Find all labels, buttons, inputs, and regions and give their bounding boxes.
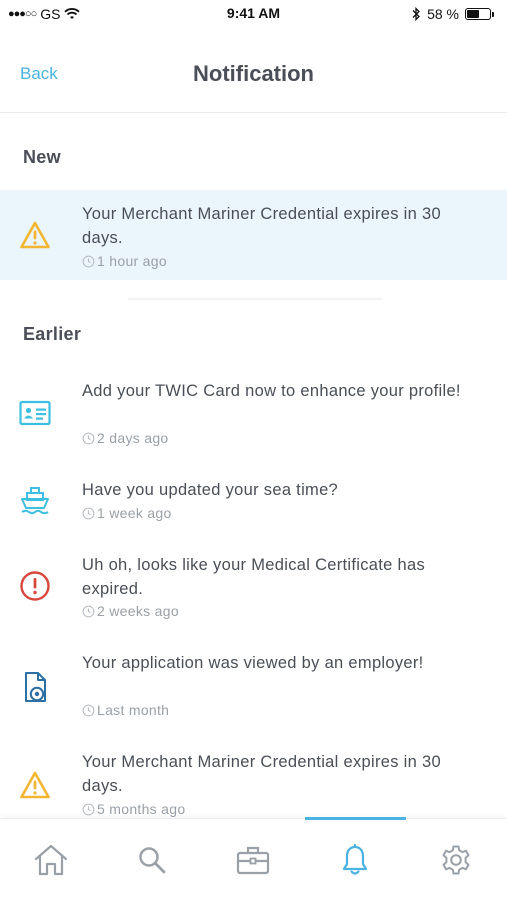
status-bar: ●●●○○ GS 9:41 AM 58 %: [0, 0, 507, 28]
notification-time-label: 1 hour ago: [97, 253, 167, 269]
clock-icon: [82, 605, 95, 617]
notification-time: 2 weeks ago: [82, 603, 179, 619]
tab-bar: [0, 817, 507, 900]
notification-time-label: Last month: [97, 702, 170, 718]
bell-icon: [342, 844, 367, 875]
document-view-icon: [18, 670, 52, 704]
notification-text: Your Merchant Mariner Credential expires…: [82, 753, 441, 795]
tab-settings[interactable]: [405, 819, 506, 900]
section-title-new: New: [23, 147, 61, 167]
notification-time-label: 1 week ago: [97, 505, 172, 521]
tab-notifications[interactable]: [304, 819, 405, 900]
home-icon: [34, 844, 67, 876]
notification-time: 1 week ago: [82, 505, 172, 521]
battery-fill: [467, 10, 479, 18]
notification-time: Last month: [82, 702, 169, 718]
navigation-bar: Back Notification: [0, 28, 507, 113]
battery-percent: 58 %: [427, 6, 459, 22]
notification-item[interactable]: Have you updated your sea time? 1 week a…: [0, 470, 507, 536]
notification-text: Add your TWIC Card now to enhance your p…: [82, 382, 461, 400]
notification-item[interactable]: Your Merchant Mariner Credential expires…: [0, 190, 507, 280]
notification-time-label: 2 weeks ago: [97, 603, 179, 619]
notification-text: Your application was viewed by an employ…: [82, 654, 424, 672]
clock-icon: [82, 432, 95, 444]
briefcase-icon: [236, 846, 269, 875]
notification-time: 5 months ago: [82, 801, 185, 817]
clock-icon: [82, 704, 95, 716]
warning-icon: [18, 218, 52, 252]
notification-text: Have you updated your sea time?: [82, 481, 339, 499]
warning-icon: [18, 768, 52, 802]
id-card-icon: [18, 396, 52, 430]
notification-text: Your Merchant Mariner Credential expires…: [82, 205, 441, 247]
clock-icon: [82, 507, 95, 519]
tab-jobs[interactable]: [202, 819, 303, 900]
notification-time-label: 5 months ago: [97, 801, 186, 817]
notification-item[interactable]: Your Merchant Mariner Credential expires…: [0, 739, 507, 829]
notification-item[interactable]: Add your TWIC Card now to enhance your p…: [0, 368, 507, 458]
notification-text: Uh oh, looks like your Medical Certifica…: [82, 556, 426, 598]
section-title-earlier: Earlier: [23, 324, 82, 344]
notification-item[interactable]: Uh oh, looks like your Medical Certifica…: [0, 542, 507, 632]
notification-time: 1 hour ago: [82, 253, 167, 269]
section-divider: [128, 298, 382, 300]
ship-icon: [18, 483, 52, 517]
clock-icon: [82, 255, 95, 267]
notification-time-label: 2 days ago: [97, 430, 169, 446]
gear-icon: [442, 845, 470, 875]
notification-time: 2 days ago: [82, 430, 169, 446]
tab-home[interactable]: [0, 819, 101, 900]
tab-search[interactable]: [101, 819, 202, 900]
search-icon: [138, 847, 166, 874]
battery-icon: [465, 8, 494, 20]
status-right: 58 %: [412, 6, 494, 22]
notification-item[interactable]: Your application was viewed by an employ…: [0, 640, 507, 730]
bluetooth-icon: [412, 7, 420, 21]
alert-circle-icon: [18, 569, 52, 603]
page-title: Notification: [193, 61, 314, 86]
clock-icon: [82, 803, 95, 815]
